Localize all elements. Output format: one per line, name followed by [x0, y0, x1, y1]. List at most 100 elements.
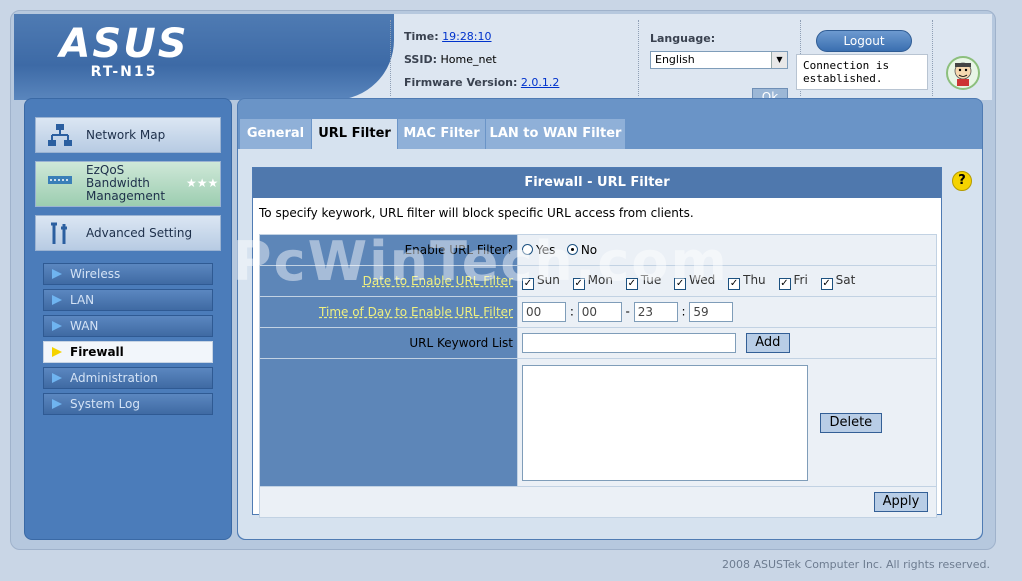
- day-checkbox-mon[interactable]: ✓: [572, 277, 585, 290]
- header-divider: [932, 20, 933, 96]
- end-minute-input[interactable]: 59: [689, 302, 734, 322]
- day-label: Sun: [537, 272, 560, 287]
- form-row-keyword: URL Keyword List Add: [259, 327, 937, 359]
- header-bar: ASUS RT-N15 Time: 19:28:10 SSID: Home_ne…: [14, 14, 992, 106]
- sidebar-item-label: Network Map: [86, 128, 166, 142]
- enable-yes-radio[interactable]: [522, 244, 533, 255]
- form-row-date: Date to Enable URL Filter ✓ Sun ✓ Mon ✓ Tue…: [259, 265, 937, 297]
- keyword-list-label-cell: [259, 358, 518, 487]
- model-name: RT-N15: [90, 64, 158, 80]
- language-label: Language:: [650, 32, 716, 45]
- day-label: Sat: [835, 272, 856, 287]
- url-keyword-input[interactable]: [522, 333, 736, 353]
- day-label: Tue: [640, 272, 662, 287]
- sidebar-item-firewall[interactable]: Firewall: [43, 341, 213, 363]
- form-row-time: Time of Day to Enable URL Filter 00 : 00…: [259, 296, 937, 328]
- sidebar-item-label: LAN: [70, 293, 95, 307]
- sidebar-item-label: Advanced Setting: [86, 226, 193, 240]
- firmware-link[interactable]: 2.0.1.2: [521, 76, 559, 89]
- tab-content: ? Firewall - URL Filter To specify keywo…: [238, 149, 982, 539]
- time-separator: :: [681, 304, 686, 319]
- header-divider: [638, 20, 639, 96]
- connection-status: Connection is established.: [796, 54, 928, 90]
- tab-lan-to-wan-filter[interactable]: LAN to WAN Filter: [486, 119, 626, 149]
- sidebar-item-ezqos[interactable]: EzQoS Bandwidth Management ★★★: [35, 161, 221, 207]
- enable-url-filter-label: Enable URL Filter?: [259, 234, 518, 266]
- chevron-down-icon[interactable]: ▼: [771, 52, 787, 68]
- url-keyword-label: URL Keyword List: [259, 327, 518, 359]
- firmware-label: Firmware Version:: [404, 76, 518, 89]
- enable-url-filter-options: Yes No: [517, 234, 937, 266]
- end-hour-input[interactable]: 23: [633, 302, 678, 322]
- apply-button[interactable]: Apply: [874, 492, 928, 512]
- logo-area: ASUS RT-N15: [14, 14, 394, 100]
- enable-no-radio[interactable]: [566, 244, 578, 255]
- language-select[interactable]: English ▼: [650, 51, 788, 69]
- system-info: Time: 19:28:10 SSID: Home_net Firmware V…: [404, 30, 559, 99]
- day-checkbox-sun[interactable]: ✓: [522, 277, 534, 290]
- start-minute-input[interactable]: 00: [577, 302, 622, 322]
- sidebar-item-system-log[interactable]: System Log: [43, 393, 213, 415]
- sidebar: Network Map EzQoS Bandwidth Management ★…: [24, 98, 232, 540]
- time-label: Time:: [404, 30, 439, 43]
- day-checkbox-tue[interactable]: ✓: [625, 277, 638, 290]
- form-row-enable: Enable URL Filter? Yes No: [259, 234, 937, 266]
- day-label: Wed: [689, 272, 716, 287]
- play-arrow-icon: [52, 347, 62, 357]
- logout-button[interactable]: Logout: [816, 30, 912, 52]
- sidebar-item-label: EzQoS Bandwidth Management: [86, 163, 166, 203]
- keyword-list-cell: Delete: [517, 358, 937, 487]
- mascot-avatar-icon: [946, 56, 980, 90]
- url-filter-panel: Firewall - URL Filter To specify keywork…: [252, 167, 942, 518]
- date-enable-options: ✓ Sun ✓ Mon ✓ Tue ✓ Wed ✓ Thu ✓ Fri ✓ Sat: [517, 265, 937, 297]
- day-checkbox-wed[interactable]: ✓: [674, 277, 687, 290]
- delete-button[interactable]: Delete: [819, 412, 882, 433]
- time-enable-label: Time of Day to Enable URL Filter: [259, 296, 518, 328]
- stars-icon: ★★★: [186, 176, 219, 190]
- tab-general[interactable]: General: [240, 119, 312, 149]
- no-label: No: [580, 243, 598, 257]
- time-enable-fields: 00 : 00 - 23 : 59: [517, 296, 937, 328]
- add-button[interactable]: Add: [745, 333, 790, 353]
- tab-url-filter[interactable]: URL Filter: [312, 119, 398, 149]
- help-icon[interactable]: ?: [952, 171, 972, 191]
- play-arrow-icon: [52, 295, 62, 305]
- day-label: Fri: [793, 272, 808, 287]
- day-label: Thu: [743, 272, 766, 287]
- start-hour-input[interactable]: 00: [522, 302, 566, 322]
- play-arrow-icon: [52, 269, 62, 279]
- header-divider: [390, 20, 391, 96]
- day-checkbox-sat[interactable]: ✓: [820, 277, 833, 290]
- sidebar-item-wireless[interactable]: Wireless: [43, 263, 213, 285]
- sidebar-item-network-map[interactable]: Network Map: [35, 117, 221, 153]
- yes-label: Yes: [536, 243, 556, 257]
- panel-title: Firewall - URL Filter: [253, 168, 941, 198]
- ssid-value: Home_net: [440, 53, 497, 66]
- qos-icon: [46, 166, 74, 194]
- sidebar-item-label: System Log: [70, 397, 140, 411]
- range-separator: -: [625, 304, 630, 319]
- tools-icon: [46, 220, 74, 248]
- play-arrow-icon: [52, 373, 62, 383]
- sidebar-item-wan[interactable]: WAN: [43, 315, 213, 337]
- sidebar-item-label: WAN: [70, 319, 99, 333]
- time-separator: :: [569, 304, 574, 319]
- url-keyword-listbox[interactable]: [522, 364, 808, 481]
- sidebar-item-label: Administration: [70, 371, 158, 385]
- apply-cell: Apply: [259, 486, 937, 518]
- sidebar-item-advanced-setting[interactable]: Advanced Setting: [35, 215, 221, 251]
- asus-logo: ASUS: [59, 21, 189, 67]
- day-checkbox-fri[interactable]: ✓: [778, 277, 791, 290]
- time-link[interactable]: 19:28:10: [442, 30, 491, 43]
- play-arrow-icon: [52, 399, 62, 409]
- panel-description: To specify keywork, URL filter will bloc…: [259, 206, 694, 220]
- day-checkbox-thu[interactable]: ✓: [728, 277, 741, 290]
- url-filter-form: Enable URL Filter? Yes No Date to Enable…: [259, 234, 937, 518]
- tab-mac-filter[interactable]: MAC Filter: [398, 119, 486, 149]
- sidebar-item-administration[interactable]: Administration: [43, 367, 213, 389]
- copyright-footer: 2008 ASUSTek Computer Inc. All rights re…: [722, 558, 990, 571]
- language-value: English: [655, 53, 695, 66]
- sidebar-item-lan[interactable]: LAN: [43, 289, 213, 311]
- content-area: General URL Filter MAC Filter LAN to WAN…: [237, 98, 983, 540]
- play-arrow-icon: [52, 321, 62, 331]
